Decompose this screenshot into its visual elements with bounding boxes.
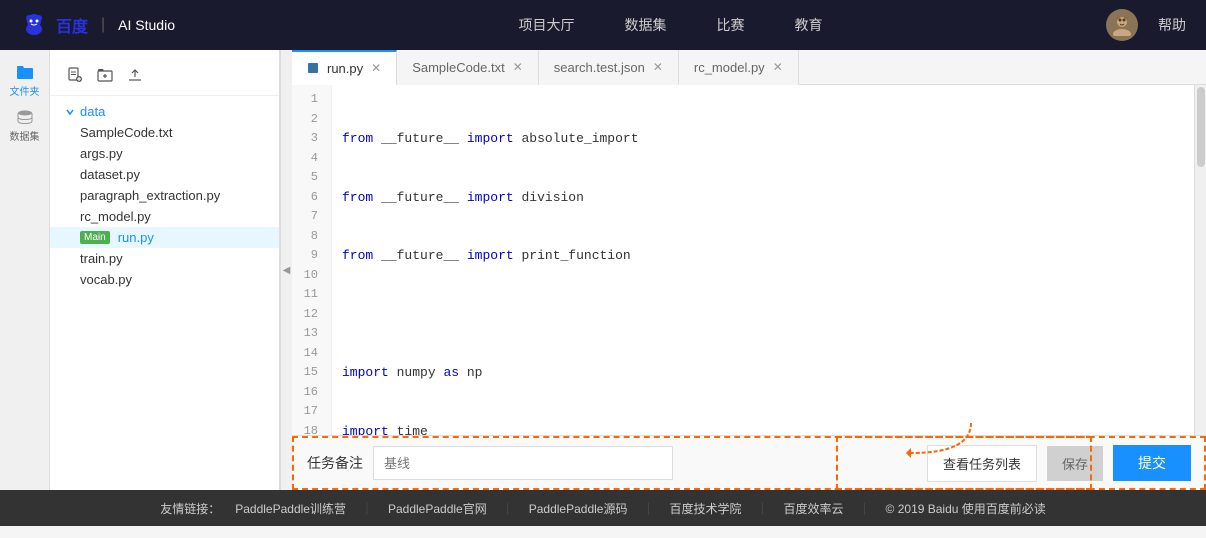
header-nav: 项目大厅 数据集 比赛 教育 (235, 15, 1106, 35)
tree-file-dataset[interactable]: dataset.py (50, 164, 279, 185)
collapse-handle[interactable]: ◀ (280, 50, 292, 490)
nav-item-projects[interactable]: 项目大厅 (519, 15, 575, 35)
save-button[interactable]: 保存 (1047, 446, 1103, 481)
tab-rcmodel-label: rc_model.py (694, 60, 765, 75)
tree-folder-data[interactable]: data (50, 101, 279, 122)
sidebar-item-dataset[interactable]: 数据集 (5, 105, 45, 145)
upload-icon[interactable] (125, 65, 145, 85)
tab-samplecode-close[interactable]: ✕ (513, 60, 523, 74)
code-content[interactable]: from __future__ import absolute_import f… (332, 85, 1194, 435)
editor-area: run.py ✕ SampleCode.txt ✕ search.test.js… (292, 50, 1206, 490)
footer-prefix: 友情链接： (160, 500, 220, 517)
footer-link-5[interactable]: 百度效率云 (784, 500, 844, 517)
tab-searchtest-label: search.test.json (554, 60, 645, 75)
main-container: 文件夹 数据集 (0, 50, 1206, 490)
tree-file-args[interactable]: args.py (50, 143, 279, 164)
sidebar-dataset-label: 数据集 (10, 128, 40, 143)
tree-file-runpy[interactable]: Main run.py (50, 227, 279, 248)
help-link[interactable]: 帮助 (1158, 15, 1186, 35)
tab-rcmodel-close[interactable]: ✕ (773, 60, 783, 74)
file-tree: data SampleCode.txt args.py dataset.py p… (50, 50, 280, 490)
logo-baidu-text: 百度 (56, 13, 88, 37)
tab-searchtest[interactable]: search.test.json ✕ (539, 50, 679, 85)
tab-runpy[interactable]: run.py ✕ (292, 50, 397, 85)
code-line-4 (342, 305, 1184, 325)
submit-button[interactable]: 提交 (1113, 445, 1191, 481)
footer-link-3[interactable]: PaddlePaddle源码 (529, 500, 628, 517)
tree-file-args-label: args.py (80, 146, 123, 161)
baseline-input[interactable] (373, 446, 673, 480)
tab-runpy-close[interactable]: ✕ (371, 61, 381, 75)
new-file-icon[interactable] (65, 65, 85, 85)
tree-file-dataset-label: dataset.py (80, 167, 140, 182)
line-numbers: 12345 678910 1112131415 1617181920 21222… (292, 85, 332, 435)
code-editor[interactable]: 12345 678910 1112131415 1617181920 21222… (292, 85, 1206, 435)
baidu-bear-icon (20, 11, 48, 39)
footer-link-1[interactable]: PaddlePaddle训练营 (235, 500, 346, 517)
bottom-toolbar: 任务备注 查看任务列表 保存 提交 (292, 435, 1206, 490)
footer-link-4[interactable]: 百度技术学院 (669, 500, 741, 517)
avatar[interactable] (1106, 9, 1138, 41)
tree-file-paragraph[interactable]: paragraph_extraction.py (50, 185, 279, 206)
logo-area: 百度 | AI Studio (20, 11, 175, 39)
tree-file-rcmodel-label: rc_model.py (80, 209, 151, 224)
tree-file-samplecode-label: SampleCode.txt (80, 125, 173, 140)
tab-searchtest-close[interactable]: ✕ (653, 60, 663, 74)
logo-app-name: AI Studio (118, 17, 175, 33)
nav-item-education[interactable]: 教育 (795, 15, 823, 35)
new-folder-icon[interactable] (95, 65, 115, 85)
view-tasks-button[interactable]: 查看任务列表 (927, 445, 1037, 482)
folder-icon (16, 63, 34, 81)
header-right: 帮助 (1106, 9, 1186, 41)
sidebar-files-label: 文件夹 (10, 83, 40, 98)
tab-rcmodel[interactable]: rc_model.py ✕ (679, 50, 799, 85)
sidebar-item-files[interactable]: 文件夹 (5, 60, 45, 100)
tree-file-paragraph-label: paragraph_extraction.py (80, 188, 220, 203)
header: 百度 | AI Studio 项目大厅 数据集 比赛 教育 帮助 (0, 0, 1206, 50)
code-line-2: from __future__ import division (342, 188, 1184, 208)
code-line-1: from __future__ import absolute_import (342, 129, 1184, 149)
file-tree-toolbar (50, 60, 279, 96)
footer: 友情链接： PaddlePaddle训练营 ｜ PaddlePaddle官网 ｜… (0, 490, 1206, 526)
tree-file-samplecode[interactable]: SampleCode.txt (50, 122, 279, 143)
tree-file-rcmodel[interactable]: rc_model.py (50, 206, 279, 227)
task-note-label: 任务备注 (307, 453, 363, 473)
logo-separator: | (101, 16, 105, 34)
code-line-6: import time (342, 422, 1184, 436)
tree-file-runpy-label: run.py (118, 230, 154, 245)
footer-copyright: © 2019 Baidu 使用百度前必读 (886, 500, 1046, 517)
collapse-chevron-icon: ◀ (283, 265, 291, 276)
tree-file-vocab-label: vocab.py (80, 272, 132, 287)
chevron-down-icon (65, 107, 75, 117)
tree-file-train-label: train.py (80, 251, 123, 266)
nav-item-competition[interactable]: 比赛 (717, 15, 745, 35)
tree-file-train[interactable]: train.py (50, 248, 279, 269)
editor-tabs: run.py ✕ SampleCode.txt ✕ search.test.js… (292, 50, 1206, 85)
code-line-3: from __future__ import print_function (342, 246, 1184, 266)
database-icon (16, 108, 34, 126)
main-badge: Main (80, 231, 110, 244)
tree-file-vocab[interactable]: vocab.py (50, 269, 279, 290)
sidebar-icons: 文件夹 数据集 (0, 50, 50, 490)
tab-runpy-label: run.py (327, 61, 363, 76)
footer-link-2[interactable]: PaddlePaddle官网 (388, 500, 487, 517)
nav-item-datasets[interactable]: 数据集 (625, 15, 667, 35)
scrollbar-thumb (1197, 87, 1205, 167)
tab-samplecode[interactable]: SampleCode.txt ✕ (397, 50, 539, 85)
python-file-icon (307, 62, 319, 74)
editor-scrollbar[interactable] (1194, 85, 1206, 435)
tree-folder-name: data (80, 104, 105, 119)
code-line-5: import numpy as np (342, 363, 1184, 383)
tab-samplecode-label: SampleCode.txt (412, 60, 505, 75)
